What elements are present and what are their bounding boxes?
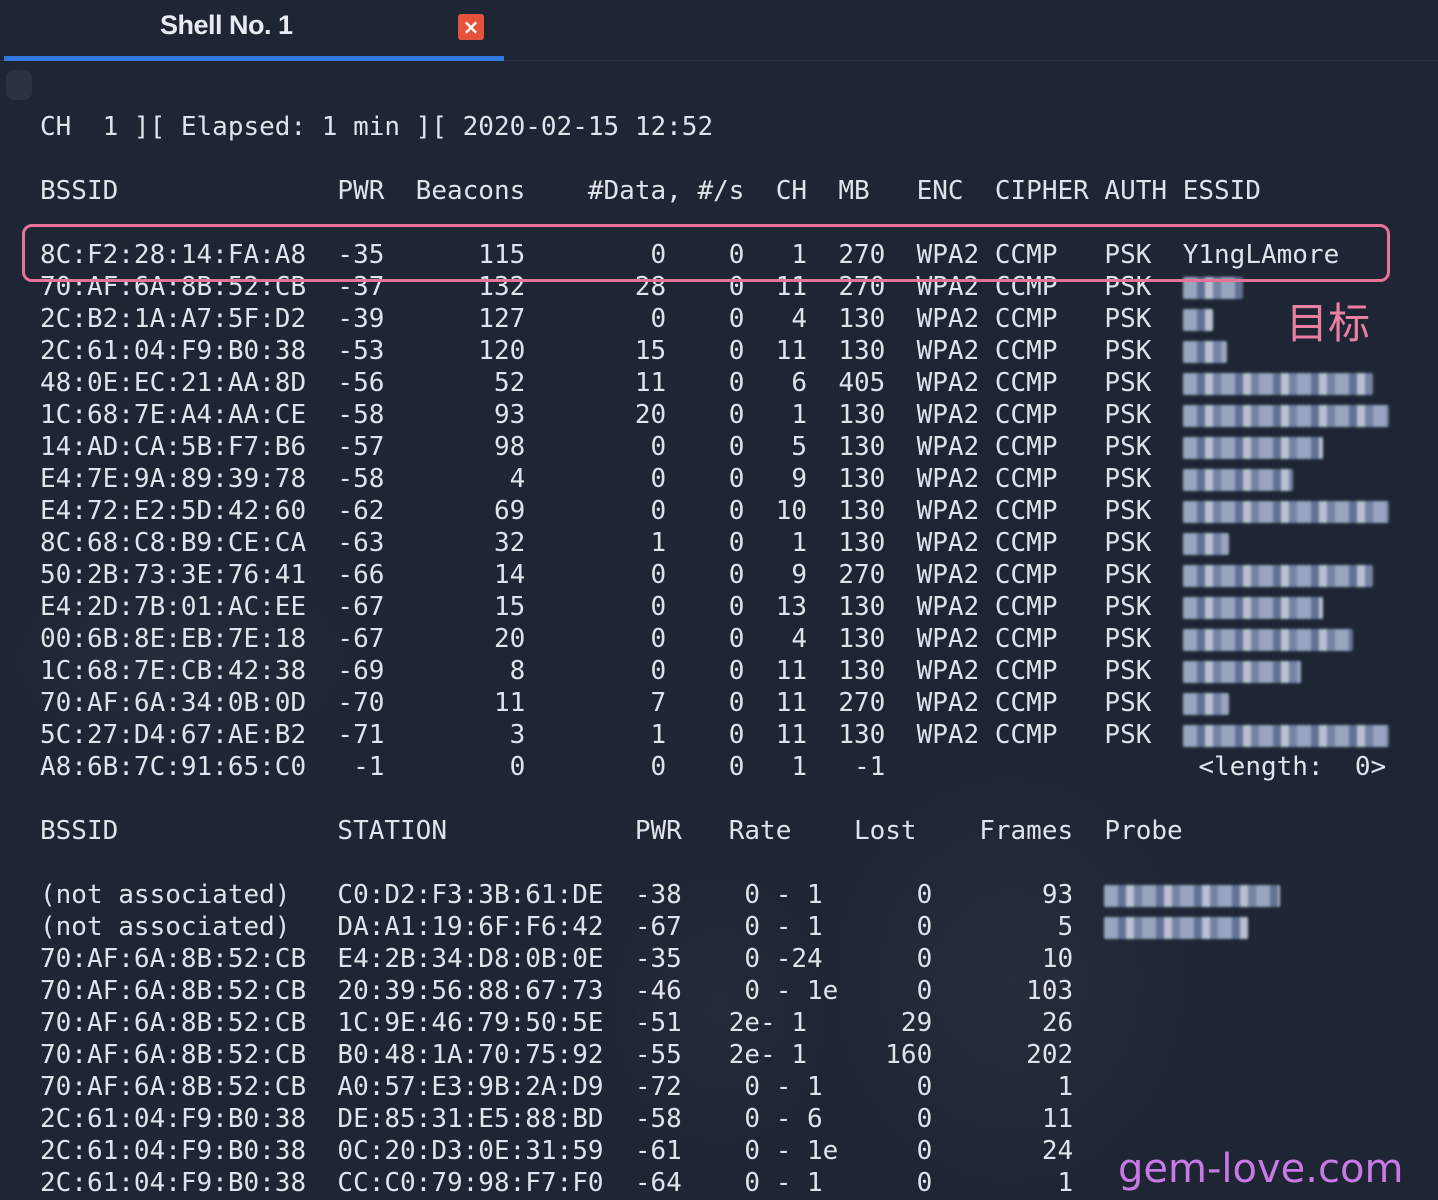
ap-row-text: 8C:68:C8:B9:CE:CA -63 32 1 0 1 130 WPA2 … xyxy=(40,528,1183,558)
station-row: 70:AF:6A:8B:52:CB A0:57:E3:9B:2A:D9 -72 … xyxy=(40,1071,1104,1103)
redacted-essid xyxy=(1182,500,1389,523)
target-annotation: 目标 xyxy=(1286,299,1371,348)
redacted-essid xyxy=(1182,436,1323,459)
station-row: 2C:61:04:F9:B0:38 DE:85:31:E5:88:BD -58 … xyxy=(40,1103,1104,1135)
station-row-text: 70:AF:6A:8B:52:CB B0:48:1A:70:75:92 -55 … xyxy=(40,1040,1105,1070)
redacted-essid xyxy=(1182,468,1293,491)
redacted-essid xyxy=(1182,660,1301,683)
ap-row-text: E4:72:E2:5D:42:60 -62 69 0 0 10 130 WPA2… xyxy=(40,496,1183,526)
ap-row-text: 00:6B:8E:EB:7E:18 -67 20 0 0 4 130 WPA2 … xyxy=(40,624,1183,654)
station-row: 2C:61:04:F9:B0:38 0C:20:D3:0E:31:59 -61 … xyxy=(40,1135,1104,1167)
redacted-essid xyxy=(1182,372,1373,395)
station-row-text: (not associated) C0:D2:F3:3B:61:DE -38 0… xyxy=(40,880,1105,910)
ap-row-text: A8:6B:7C:91:65:C0 -1 0 0 0 1 -1 xyxy=(40,752,1199,782)
redacted-essid xyxy=(1182,564,1373,587)
ap-row: E4:7E:9A:89:39:78 -58 4 0 0 9 130 WPA2 C… xyxy=(40,463,1293,495)
station-row: (not associated) DA:A1:19:6F:F6:42 -67 0… xyxy=(40,911,1249,943)
ap-row-text: 5C:27:D4:67:AE:B2 -71 3 1 0 11 130 WPA2 … xyxy=(40,720,1183,750)
ap-row-text: E4:2D:7B:01:AC:EE -67 15 0 0 13 130 WPA2… xyxy=(40,592,1183,622)
ap-row: 2C:B2:1A:A7:5F:D2 -39 127 0 0 4 130 WPA2… xyxy=(40,303,1213,335)
station-row-text: 2C:61:04:F9:B0:38 CC:C0:79:98:F7:F0 -64 … xyxy=(40,1168,1105,1198)
station-row-text: 2C:61:04:F9:B0:38 DE:85:31:E5:88:BD -58 … xyxy=(40,1104,1105,1134)
redacted-essid xyxy=(1182,596,1323,619)
station-table-header: BSSID STATION PWR Rate Lost Frames Probe xyxy=(40,816,1183,846)
station-row: (not associated) C0:D2:F3:3B:61:DE -38 0… xyxy=(40,879,1281,911)
station-row-text: 70:AF:6A:8B:52:CB 20:39:56:88:67:73 -46 … xyxy=(40,976,1105,1006)
station-row: 2C:61:04:F9:B0:38 CC:C0:79:98:F7:F0 -64 … xyxy=(40,1167,1104,1199)
ap-row-text: 1C:68:7E:A4:AA:CE -58 93 20 0 1 130 WPA2… xyxy=(40,400,1183,430)
ap-row-text: 2C:B2:1A:A7:5F:D2 -39 127 0 0 4 130 WPA2… xyxy=(40,304,1183,334)
station-row-text: (not associated) DA:A1:19:6F:F6:42 -67 0… xyxy=(40,912,1105,942)
ap-row-text: 2C:61:04:F9:B0:38 -53 120 15 0 11 130 WP… xyxy=(40,336,1183,366)
ap-row: 1C:68:7E:CB:42:38 -69 8 0 0 11 130 WPA2 … xyxy=(40,655,1301,687)
redacted-essid xyxy=(1182,724,1389,747)
station-row-text: 2C:61:04:F9:B0:38 0C:20:D3:0E:31:59 -61 … xyxy=(40,1136,1105,1166)
terminal-output: CH 1 ][ Elapsed: 1 min ][ 2020-02-15 12:… xyxy=(0,0,1438,1200)
ap-row: 8C:68:C8:B9:CE:CA -63 32 1 0 1 130 WPA2 … xyxy=(40,527,1229,559)
station-row-text: 70:AF:6A:8B:52:CB E4:2B:34:D8:0B:0E -35 … xyxy=(40,944,1105,974)
ap-row: 70:AF:6A:34:0B:0D -70 11 7 0 11 270 WPA2… xyxy=(40,687,1229,719)
station-row-text: 70:AF:6A:8B:52:CB 1C:9E:46:79:50:5E -51 … xyxy=(40,1008,1105,1038)
station-row: 70:AF:6A:8B:52:CB 20:39:56:88:67:73 -46 … xyxy=(40,975,1104,1007)
ap-row: 00:6B:8E:EB:7E:18 -67 20 0 0 4 130 WPA2 … xyxy=(40,623,1353,655)
station-row-text: 70:AF:6A:8B:52:CB A0:57:E3:9B:2A:D9 -72 … xyxy=(40,1072,1105,1102)
ap-row: 2C:61:04:F9:B0:38 -53 120 15 0 11 130 WP… xyxy=(40,335,1227,367)
ap-essid: <length: 0> xyxy=(1198,752,1387,782)
redacted-essid xyxy=(1182,404,1389,427)
ap-row: 50:2B:73:3E:76:41 -66 14 0 0 9 270 WPA2 … xyxy=(40,559,1373,591)
redacted-essid xyxy=(1182,340,1227,363)
ap-row: 5C:27:D4:67:AE:B2 -71 3 1 0 11 130 WPA2 … xyxy=(40,719,1389,751)
redacted-essid xyxy=(1182,628,1353,651)
ap-row-text: 1C:68:7E:CB:42:38 -69 8 0 0 11 130 WPA2 … xyxy=(40,656,1183,686)
redacted-essid xyxy=(1182,692,1229,715)
station-row: 70:AF:6A:8B:52:CB 1C:9E:46:79:50:5E -51 … xyxy=(40,1007,1104,1039)
station-row: 70:AF:6A:8B:52:CB B0:48:1A:70:75:92 -55 … xyxy=(40,1039,1104,1071)
ap-row: 48:0E:EC:21:AA:8D -56 52 11 0 6 405 WPA2… xyxy=(40,367,1373,399)
ap-row-text: 70:AF:6A:34:0B:0D -70 11 7 0 11 270 WPA2… xyxy=(40,688,1183,718)
ap-row: 1C:68:7E:A4:AA:CE -58 93 20 0 1 130 WPA2… xyxy=(40,399,1389,431)
target-highlight-box xyxy=(22,224,1390,282)
ap-row-text: E4:7E:9A:89:39:78 -58 4 0 0 9 130 WPA2 C… xyxy=(40,464,1183,494)
ap-row: A8:6B:7C:91:65:C0 -1 0 0 0 1 -1 <length:… xyxy=(40,751,1386,783)
ap-row: E4:72:E2:5D:42:60 -62 69 0 0 10 130 WPA2… xyxy=(40,495,1389,527)
redacted-essid xyxy=(1182,532,1229,555)
ap-table-header: BSSID PWR Beacons #Data, #/s CH MB ENC C… xyxy=(40,176,1261,206)
redacted-probe xyxy=(1104,916,1249,939)
redacted-essid xyxy=(1182,308,1213,331)
watermark: gem-love.com xyxy=(1118,1146,1404,1192)
ap-row: 14:AD:CA:5B:F7:B6 -57 98 0 0 5 130 WPA2 … xyxy=(40,431,1323,463)
ap-row-text: 14:AD:CA:5B:F7:B6 -57 98 0 0 5 130 WPA2 … xyxy=(40,432,1183,462)
status-line: CH 1 ][ Elapsed: 1 min ][ 2020-02-15 12:… xyxy=(40,112,714,142)
ap-row: E4:2D:7B:01:AC:EE -67 15 0 0 13 130 WPA2… xyxy=(40,591,1323,623)
station-row: 70:AF:6A:8B:52:CB E4:2B:34:D8:0B:0E -35 … xyxy=(40,943,1104,975)
redacted-probe xyxy=(1104,884,1281,907)
ap-row-text: 48:0E:EC:21:AA:8D -56 52 11 0 6 405 WPA2… xyxy=(40,368,1183,398)
ap-row-text: 50:2B:73:3E:76:41 -66 14 0 0 9 270 WPA2 … xyxy=(40,560,1183,590)
